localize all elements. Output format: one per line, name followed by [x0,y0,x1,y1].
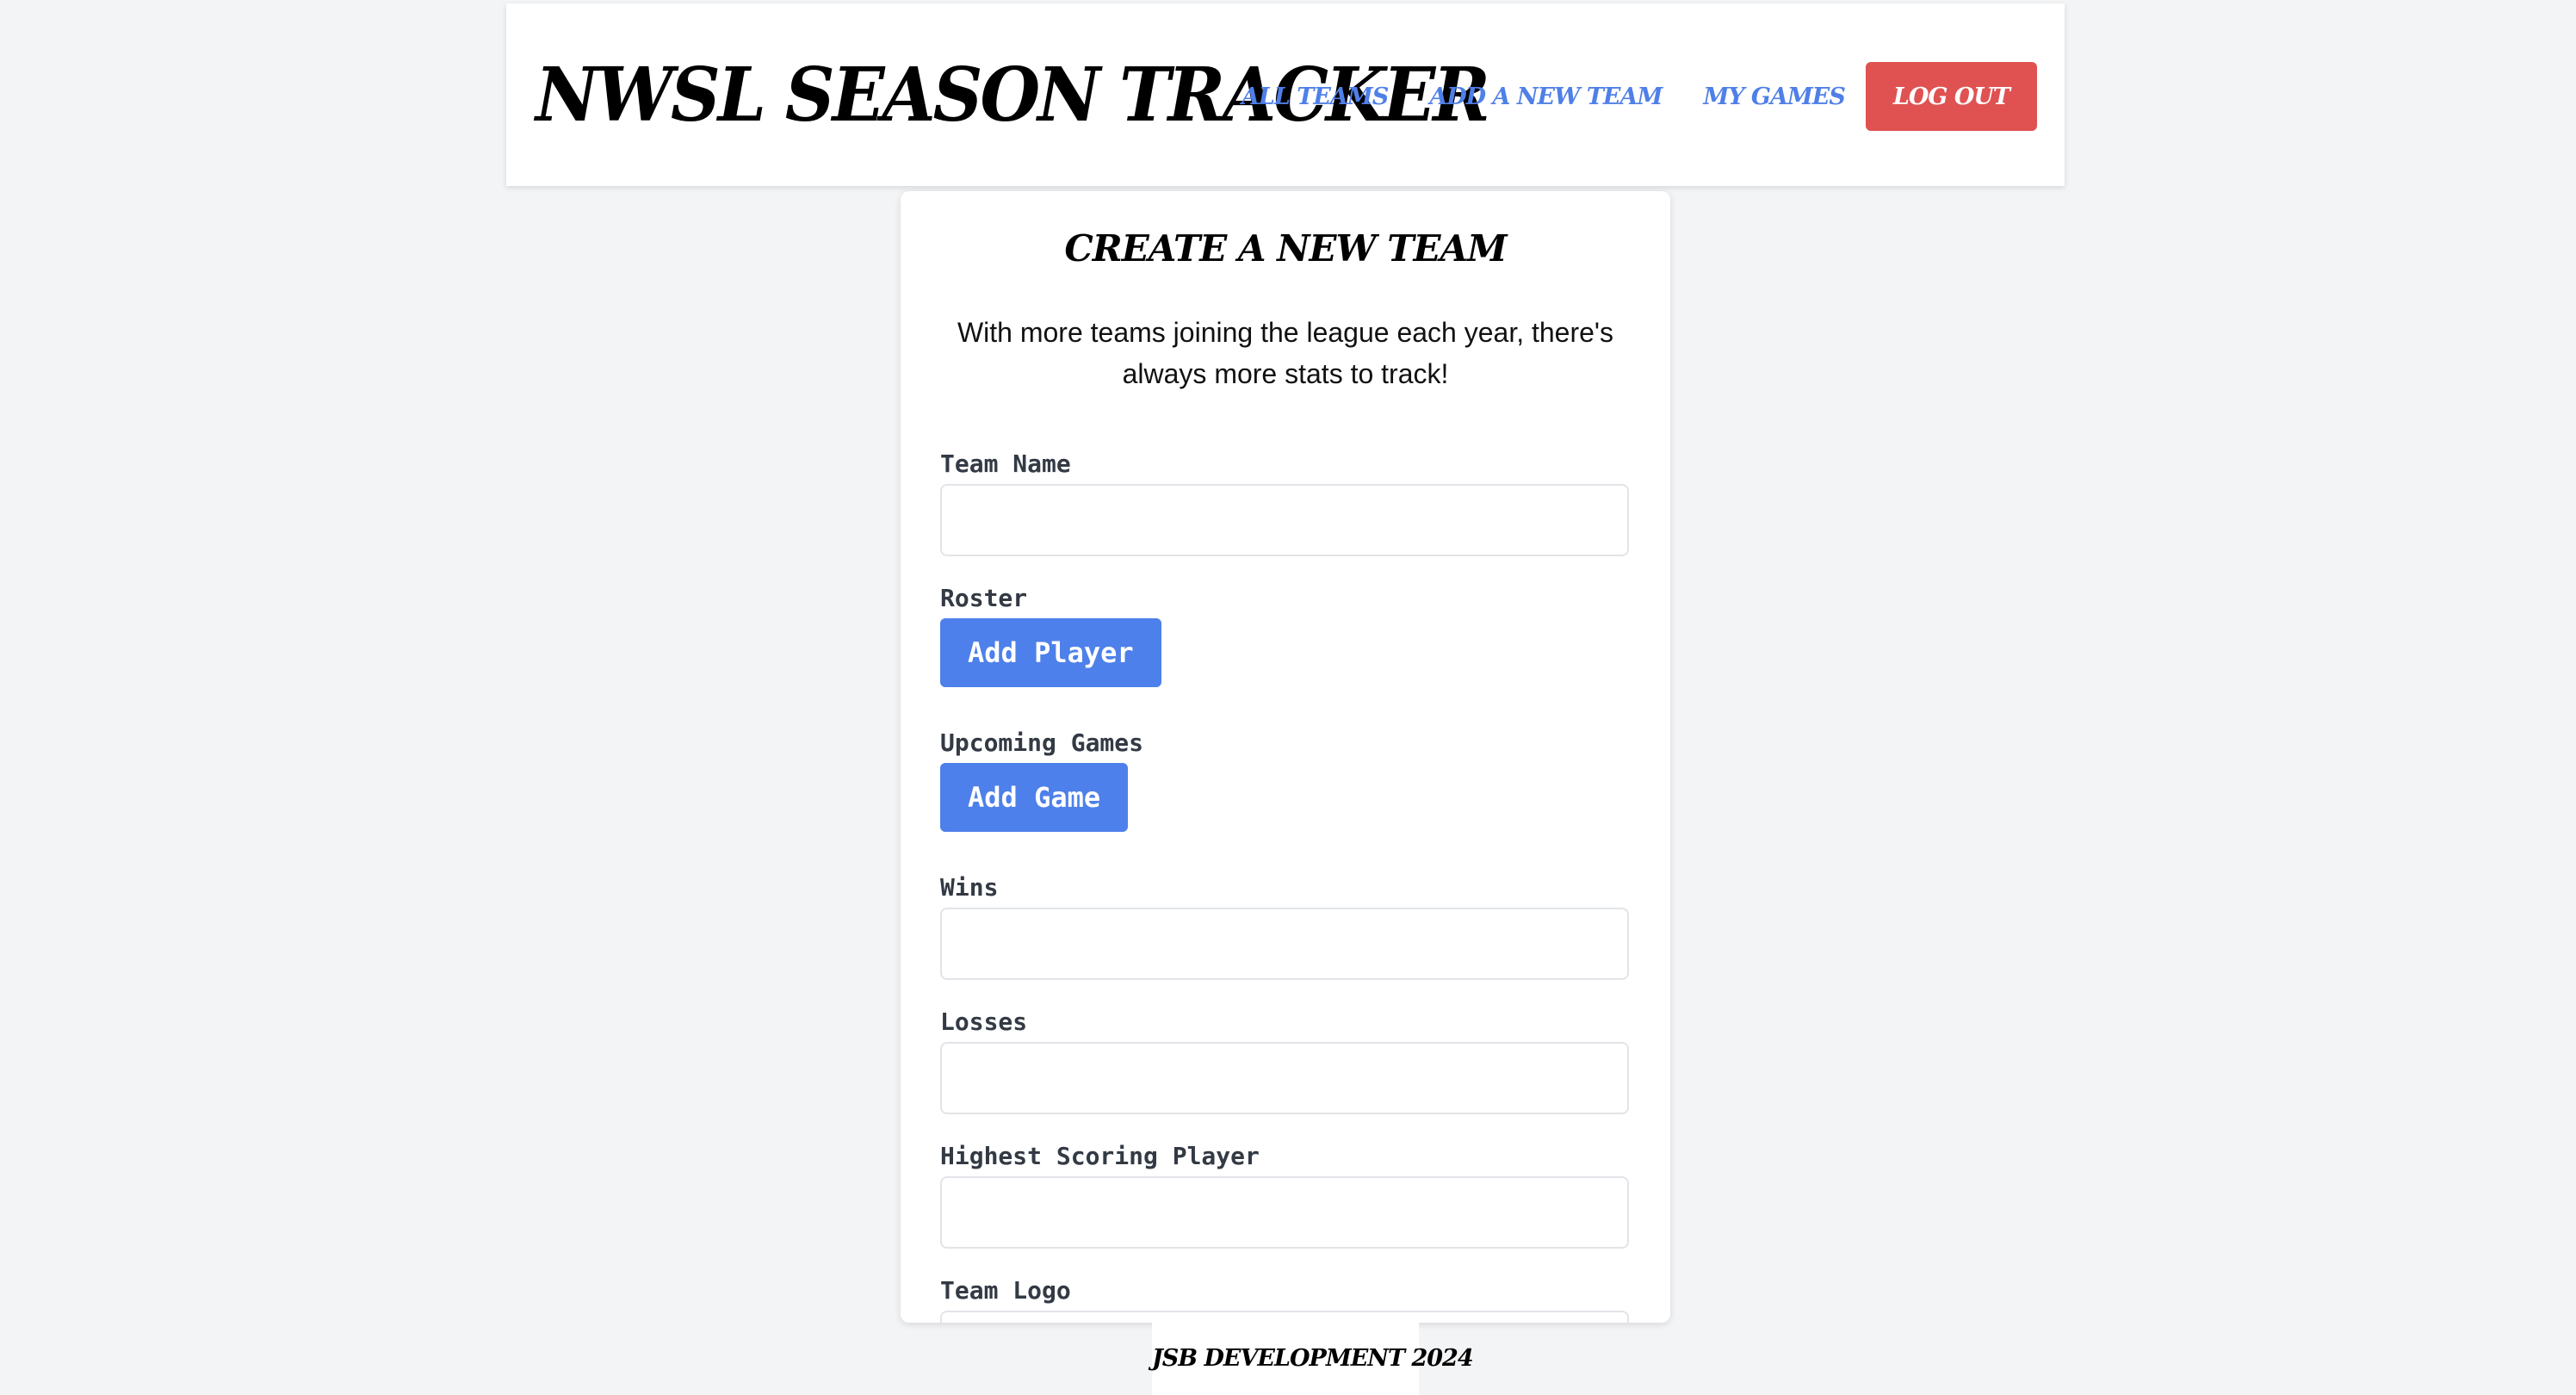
wins-label: Wins [940,873,999,902]
add-player-button[interactable]: Add Player [940,618,1161,687]
upcoming-games-label: Upcoming Games [940,728,1144,757]
losses-input[interactable] [940,1042,1629,1114]
logout-button[interactable]: LOG OUT [1865,62,2037,131]
highest-scorer-label: Highest Scoring Player [940,1142,1260,1170]
create-team-card: CREATE A NEW TEAM With more teams joinin… [901,191,1670,1323]
highest-scorer-input[interactable] [940,1176,1629,1249]
nav-all-teams[interactable]: ALL TEAMS [1242,84,1389,110]
intro-text: With more teams joining the league each … [957,317,1614,389]
team-name-input[interactable] [940,484,1629,556]
site-header: NWSL SEASON TRACKER ALL TEAMS ADD A NEW … [506,3,2065,186]
nav-my-games[interactable]: MY GAMES [1703,84,1846,110]
roster-label: Roster [940,584,1028,612]
wins-input[interactable] [940,908,1629,980]
team-logo-label: Team Logo [940,1276,1071,1305]
page-title: CREATE A NEW TEAM [1064,227,1507,270]
nav-add-team[interactable]: ADD A NEW TEAM [1429,84,1663,110]
main-nav: ALL TEAMS ADD A NEW TEAM MY GAMES LOG OU… [1242,62,2037,131]
team-name-label: Team Name [940,450,1071,478]
footer-credit: JSB DEVELOPMENT 2024 [1152,1323,1474,1395]
losses-label: Losses [940,1008,1028,1036]
team-logo-input[interactable] [940,1311,1629,1323]
add-game-button[interactable]: Add Game [940,763,1129,832]
